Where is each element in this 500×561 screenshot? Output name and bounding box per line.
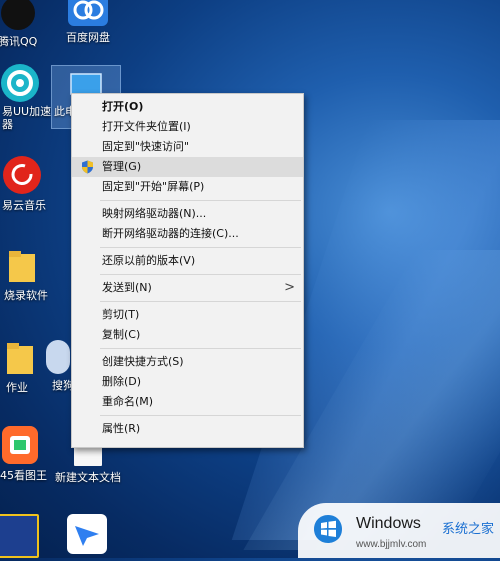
qq-icon — [1, 0, 35, 30]
cloud-icon — [68, 0, 108, 26]
menu-separator — [100, 415, 301, 416]
menu-item-label: 固定到"开始"屏幕(P) — [102, 180, 205, 193]
menu-item-label: 创建快捷方式(S) — [102, 355, 184, 368]
menu-separator — [100, 348, 301, 349]
windows-logo-icon — [314, 515, 342, 543]
sogou-icon — [46, 340, 70, 374]
menu-item-label: 映射网络驱动器(N)... — [102, 207, 207, 220]
menu-item-send-to[interactable]: 发送到(N) > — [72, 278, 303, 298]
menu-item-label: 属性(R) — [102, 422, 141, 435]
menu-item-rename[interactable]: 重命名(M) — [72, 392, 303, 412]
menu-item-pin-to-quick-access[interactable]: 固定到"快速访问" — [72, 137, 303, 157]
desktop-icon-app-partial[interactable] — [0, 514, 40, 561]
menu-separator — [100, 274, 301, 275]
music-icon — [3, 156, 41, 194]
menu-separator — [100, 301, 301, 302]
image-viewer-icon — [2, 426, 38, 464]
folder-icon — [5, 340, 35, 376]
uac-shield-icon — [81, 160, 94, 174]
watermark-brand: Windows — [356, 515, 421, 532]
desktop-icon-2345-viewer[interactable]: 45看图王 — [0, 426, 52, 483]
watermark-logo: Windows 系统之家 www.bjjmlv.com — [298, 503, 500, 558]
desktop-icon-label: 烧录软件 — [4, 289, 48, 302]
menu-item-label: 断开网络驱动器的连接(C)... — [102, 227, 239, 240]
menu-item-delete[interactable]: 删除(D) — [72, 372, 303, 392]
desktop-icon-label: 百度网盘 — [66, 31, 110, 44]
shield-logo-icon — [0, 514, 39, 558]
menu-item-map-network-drive[interactable]: 映射网络驱动器(N)... — [72, 204, 303, 224]
menu-item-label: 重命名(M) — [102, 395, 154, 408]
desktop-icon-label: 腾讯QQ — [0, 35, 38, 48]
menu-item-copy[interactable]: 复制(C) — [72, 325, 303, 345]
desktop-icon-baidu-netdisk[interactable]: 百度网盘 — [56, 0, 120, 45]
menu-item-label: 还原以前的版本(V) — [102, 254, 196, 267]
menu-item-label: 打开文件夹位置(I) — [102, 120, 191, 133]
chevron-right-icon: > — [284, 280, 295, 295]
desktop-icon-uu-accelerator[interactable]: 易UU加速器 — [0, 64, 52, 131]
menu-item-open[interactable]: 打开(O) — [72, 97, 303, 117]
menu-item-restore-previous-versions[interactable]: 还原以前的版本(V) — [72, 251, 303, 271]
menu-item-label: 剪切(T) — [102, 308, 140, 321]
desktop-icon-label: 45看图王 — [0, 469, 47, 482]
menu-item-pin-to-start[interactable]: 固定到"开始"屏幕(P) — [72, 177, 303, 197]
desktop-icon-label: 易云音乐 — [2, 199, 46, 212]
menu-item-properties[interactable]: 属性(R) — [72, 419, 303, 439]
desktop-icon-label: 新建文本文档 — [55, 471, 121, 484]
desktop-icon-qq[interactable]: 腾讯QQ — [0, 0, 50, 49]
menu-separator — [100, 247, 301, 248]
bird-icon — [67, 514, 107, 554]
desktop-icon-netease-music[interactable]: 易云音乐 — [0, 156, 54, 213]
menu-item-label: 管理(G) — [102, 160, 142, 173]
menu-item-open-file-location[interactable]: 打开文件夹位置(I) — [72, 117, 303, 137]
desktop-icon-burn-software[interactable]: 烧录软件 — [0, 248, 54, 303]
watermark-cn-text: 系统之家 — [442, 522, 495, 537]
desktop-icon-feishu[interactable] — [64, 514, 110, 557]
folder-icon — [7, 248, 37, 284]
menu-item-label: 发送到(N) — [102, 281, 152, 294]
watermark-url: www.bjjmlv.com — [356, 539, 427, 550]
menu-item-label: 复制(C) — [102, 328, 141, 341]
menu-item-cut[interactable]: 剪切(T) — [72, 305, 303, 325]
menu-item-label: 固定到"快速访问" — [102, 140, 190, 153]
menu-separator — [100, 200, 301, 201]
desktop-icon-label: 易UU加速器 — [2, 105, 52, 131]
context-menu: 打开(O) 打开文件夹位置(I) 固定到"快速访问" 管理(G) 固定到"开始"… — [71, 93, 304, 448]
menu-item-disconnect-network-drive[interactable]: 断开网络驱动器的连接(C)... — [72, 224, 303, 244]
menu-item-label: 打开(O) — [102, 100, 144, 113]
menu-item-manage[interactable]: 管理(G) — [72, 157, 303, 177]
uu-accelerator-icon — [1, 64, 39, 102]
menu-item-label: 删除(D) — [102, 375, 142, 388]
menu-item-create-shortcut[interactable]: 创建快捷方式(S) — [72, 352, 303, 372]
